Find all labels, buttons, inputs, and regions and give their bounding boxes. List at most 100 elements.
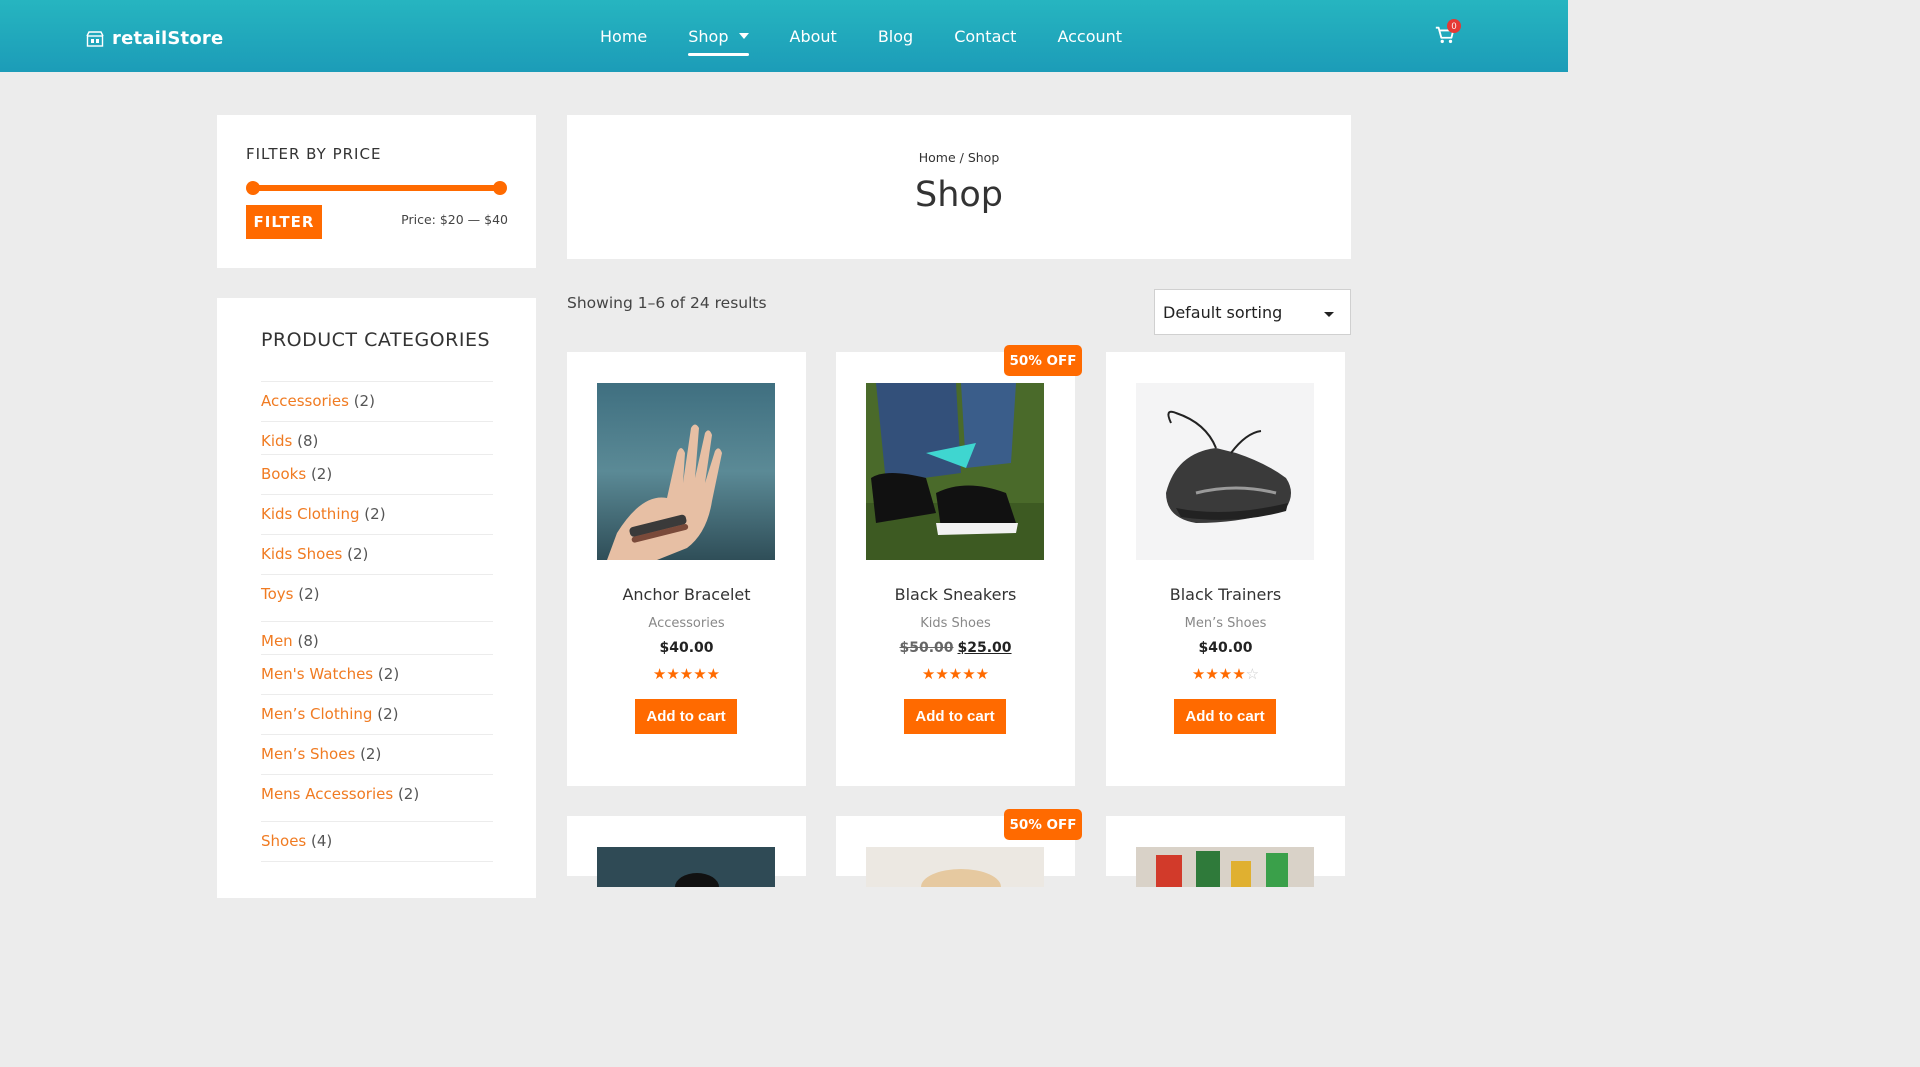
product-name[interactable]: Black Trainers bbox=[1106, 585, 1345, 604]
sneakers-photo bbox=[866, 383, 1044, 560]
star-filled-icon: ★ bbox=[666, 666, 680, 683]
category-divider bbox=[261, 454, 493, 455]
add-to-cart-button[interactable]: Add to cart bbox=[904, 699, 1006, 734]
category-divider bbox=[261, 421, 493, 422]
price-slider-min-handle[interactable] bbox=[246, 181, 260, 195]
category-count: (2) bbox=[377, 705, 399, 723]
product-image[interactable] bbox=[1136, 847, 1314, 887]
product-image[interactable] bbox=[597, 383, 775, 560]
nav-about[interactable]: About bbox=[790, 24, 837, 48]
category-link[interactable]: Toys bbox=[261, 585, 293, 603]
filter-button[interactable]: FILTER bbox=[246, 205, 322, 239]
site-logo[interactable]: retailStore bbox=[86, 28, 223, 49]
category-count: (2) bbox=[377, 665, 400, 683]
product-categories-title: PRODUCT CATEGORIES bbox=[261, 329, 491, 351]
category-item: Men's Watches (2) bbox=[261, 665, 399, 683]
category-item: Men’s Shoes (2) bbox=[261, 745, 381, 763]
cart-button[interactable]: 0 bbox=[1434, 19, 1461, 48]
star-filled-icon: ★ bbox=[1232, 666, 1246, 683]
store-icon bbox=[86, 30, 104, 47]
breadcrumb-home-link[interactable]: Home bbox=[919, 150, 956, 165]
sale-price: $25.00 bbox=[957, 640, 1012, 656]
nav-account[interactable]: Account bbox=[1057, 24, 1122, 48]
category-link[interactable]: Men’s Clothing bbox=[261, 705, 372, 723]
category-divider bbox=[261, 574, 493, 575]
star-rating: ★★★★★ bbox=[567, 665, 806, 683]
sale-badge: 50% OFF bbox=[1004, 345, 1082, 376]
star-filled-icon: ★ bbox=[1218, 666, 1233, 683]
category-item: Toys (2) bbox=[261, 585, 320, 603]
category-count: (2) bbox=[360, 745, 382, 763]
category-link[interactable]: Mens Accessories bbox=[261, 785, 393, 803]
nav-home[interactable]: Home bbox=[600, 24, 647, 48]
product-price: $40.00 bbox=[1106, 640, 1345, 656]
product-photo bbox=[597, 847, 775, 887]
add-to-cart-button[interactable]: Add to cart bbox=[635, 699, 737, 734]
chevron-down-icon bbox=[738, 33, 749, 39]
category-item: Mens Accessories (2) bbox=[261, 785, 419, 803]
bracelet-photo bbox=[597, 383, 775, 560]
trainers-photo bbox=[1136, 383, 1314, 560]
product-card: Black Trainers Men’s Shoes $40.00 ★★★★☆ … bbox=[1106, 352, 1345, 786]
star-rating: ★★★★★ bbox=[836, 665, 1075, 683]
category-divider bbox=[261, 494, 493, 495]
price-filter-widget: FILTER BY PRICE FILTER Price: $20 — $40 bbox=[217, 115, 536, 268]
category-link[interactable]: Kids Shoes bbox=[261, 545, 342, 563]
product-name[interactable]: Anchor Bracelet bbox=[567, 585, 806, 604]
nav-shop[interactable]: Shop bbox=[688, 24, 749, 56]
product-category: Men’s Shoes bbox=[1184, 616, 1267, 631]
category-divider bbox=[261, 734, 493, 735]
category-divider bbox=[261, 534, 493, 535]
category-link[interactable]: Shoes bbox=[261, 832, 306, 850]
category-item: Accessories (2) bbox=[261, 392, 375, 410]
price-slider-max-handle[interactable] bbox=[493, 181, 507, 195]
sort-dropdown[interactable]: Default sorting bbox=[1154, 289, 1351, 335]
star-filled-icon: ★ bbox=[948, 666, 963, 683]
star-filled-icon: ★ bbox=[975, 666, 990, 683]
product-image[interactable] bbox=[866, 383, 1044, 560]
nav-shop-label: Shop bbox=[688, 26, 729, 46]
product-image[interactable] bbox=[597, 847, 775, 887]
category-item: Kids Clothing (2) bbox=[261, 505, 386, 523]
category-link[interactable]: Accessories bbox=[261, 392, 349, 410]
breadcrumb-current: Shop bbox=[967, 150, 1000, 165]
category-item: Men’s Clothing (2) bbox=[261, 705, 398, 723]
toys-photo bbox=[1136, 847, 1314, 887]
category-count: (2) bbox=[298, 585, 320, 603]
nav-blog[interactable]: Blog bbox=[878, 24, 913, 48]
category-divider bbox=[261, 381, 493, 382]
star-filled-icon: ★ bbox=[935, 666, 949, 683]
product-category: Kids Shoes bbox=[920, 616, 991, 631]
nav-contact[interactable]: Contact bbox=[954, 24, 1016, 48]
site-header: retailStore Home Shop About Blog Contact… bbox=[0, 0, 1568, 72]
star-filled-icon: ★ bbox=[679, 666, 694, 683]
category-divider bbox=[261, 621, 493, 622]
cart-count-badge: 0 bbox=[1447, 19, 1461, 33]
category-count: (8) bbox=[297, 432, 319, 450]
product-price: $40.00 bbox=[567, 640, 806, 656]
product-categories-widget: PRODUCT CATEGORIES Accessories (2) Kids … bbox=[217, 298, 536, 898]
star-filled-icon: ★ bbox=[1191, 666, 1206, 683]
price-slider[interactable] bbox=[246, 181, 507, 195]
category-link[interactable]: Kids Clothing bbox=[261, 505, 360, 523]
star-filled-icon: ★ bbox=[652, 666, 667, 683]
category-count: (2) bbox=[353, 392, 375, 410]
category-link[interactable]: Kids bbox=[261, 432, 292, 450]
product-photo bbox=[866, 847, 1044, 887]
original-price: $50.00 bbox=[899, 640, 954, 656]
category-count: (2) bbox=[364, 505, 386, 523]
product-image[interactable] bbox=[1136, 383, 1314, 560]
category-link[interactable]: Men’s Shoes bbox=[261, 745, 355, 763]
result-count: Showing 1–6 of 24 results bbox=[567, 294, 767, 312]
logo-text: retailStore bbox=[112, 28, 224, 49]
nav-about-label: About bbox=[789, 26, 837, 46]
category-link[interactable]: Books bbox=[261, 465, 306, 483]
product-image[interactable] bbox=[866, 847, 1044, 887]
add-to-cart-button[interactable]: Add to cart bbox=[1174, 699, 1276, 734]
product-name[interactable]: Black Sneakers bbox=[836, 585, 1075, 604]
nav-home-label: Home bbox=[600, 26, 648, 46]
category-link[interactable]: Men's Watches bbox=[261, 665, 373, 683]
star-filled-icon: ★ bbox=[706, 666, 721, 683]
category-link[interactable]: Men bbox=[261, 632, 293, 650]
product-card bbox=[567, 816, 806, 887]
